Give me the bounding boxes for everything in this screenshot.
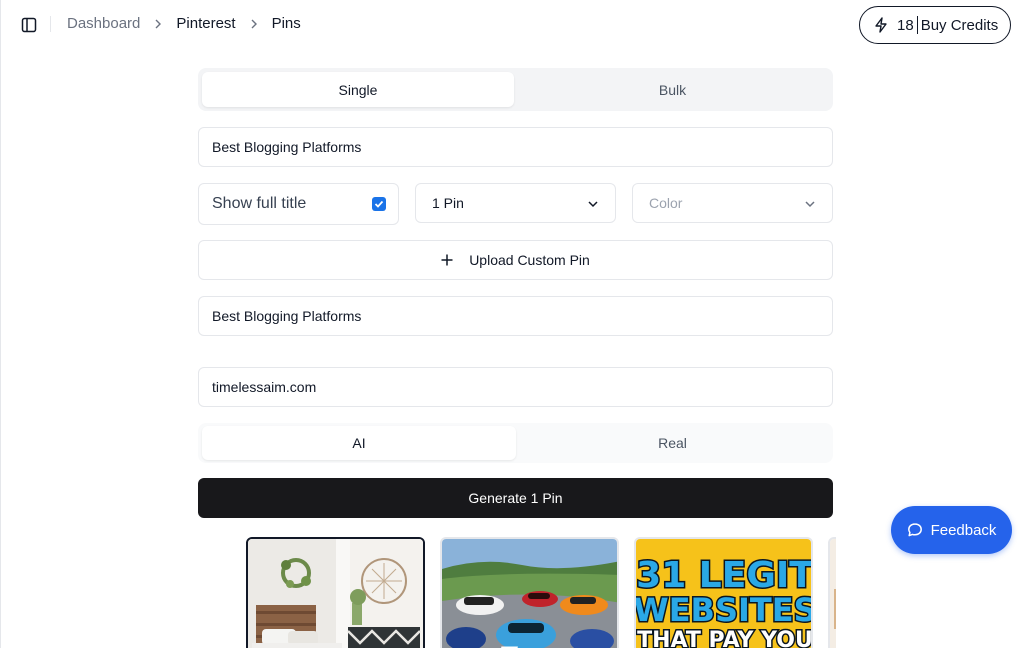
svg-text:Exot: Exot [497, 641, 563, 648]
show-full-title-option: Show full title [198, 183, 399, 225]
show-full-title-checkbox[interactable] [372, 197, 386, 211]
pin-template-carousel: Exot 31 LEGIT WEBSITES THAT PAY YOU [246, 537, 836, 648]
thumb-text-line-3: THAT PAY YOU [637, 628, 813, 648]
tab-single[interactable]: Single [202, 72, 514, 107]
next-template-image[interactable] [828, 537, 836, 648]
plus-icon [441, 254, 453, 266]
credits-count: 18 [897, 16, 914, 34]
thumb-text-line-2: WEBSITES [636, 591, 813, 629]
chevron-down-icon [804, 197, 816, 213]
lightning-icon [873, 17, 889, 33]
description-input[interactable] [198, 296, 833, 336]
url-input[interactable] [198, 367, 833, 407]
chevron-down-icon [587, 197, 599, 213]
color-select[interactable]: Color [632, 183, 833, 223]
description-input-field[interactable] [212, 308, 832, 324]
mode-tabs: Single Bulk [198, 68, 833, 111]
pin-count-value: 1 Pin [432, 195, 464, 211]
title-input-field[interactable] [212, 139, 832, 155]
chevron-right-icon [250, 19, 258, 29]
bedroom-interior-image[interactable] [246, 537, 425, 648]
generate-pin-button[interactable]: Generate 1 Pin [198, 478, 833, 518]
chevron-right-icon [154, 19, 162, 29]
breadcrumb: Dashboard Pinterest Pins [67, 15, 301, 32]
tab-bulk[interactable]: Bulk [516, 72, 829, 107]
chat-bubble-icon [907, 522, 923, 538]
feedback-label: Feedback [930, 521, 997, 539]
breadcrumb-dashboard[interactable]: Dashboard [67, 15, 140, 32]
pin-count-select[interactable]: 1 Pin [415, 183, 616, 223]
breadcrumb-pinterest[interactable]: Pinterest [176, 15, 235, 32]
sports-cars-image[interactable]: Exot [440, 537, 619, 648]
buy-credits-button[interactable]: 18 Buy Credits [859, 6, 1011, 44]
upload-custom-pin-button[interactable]: Upload Custom Pin [198, 240, 833, 280]
thumb-text-line-1: 31 LEGIT [636, 555, 813, 596]
upload-label: Upload Custom Pin [469, 252, 590, 268]
credits-separator [916, 16, 918, 34]
top-header: Dashboard Pinterest Pins 18 Buy Credits [1, 0, 1024, 48]
sidebar-toggle-icon[interactable] [19, 15, 39, 35]
color-placeholder: Color [649, 195, 683, 211]
tab-ai[interactable]: AI [202, 426, 516, 460]
buy-credits-label: Buy Credits [920, 16, 999, 34]
header-divider [50, 16, 51, 32]
show-full-title-label: Show full title [212, 195, 307, 212]
title-input[interactable] [198, 127, 833, 167]
tab-real[interactable]: Real [516, 426, 829, 460]
app-window: Dashboard Pinterest Pins 18 Buy Credits … [0, 0, 1024, 648]
image-source-tabs: AI Real [198, 423, 833, 463]
breadcrumb-pins: Pins [271, 15, 301, 32]
31-legit-websites-image[interactable]: 31 LEGIT WEBSITES THAT PAY YOU [634, 537, 813, 648]
feedback-button[interactable]: Feedback [891, 506, 1012, 554]
url-input-field[interactable] [212, 379, 832, 395]
